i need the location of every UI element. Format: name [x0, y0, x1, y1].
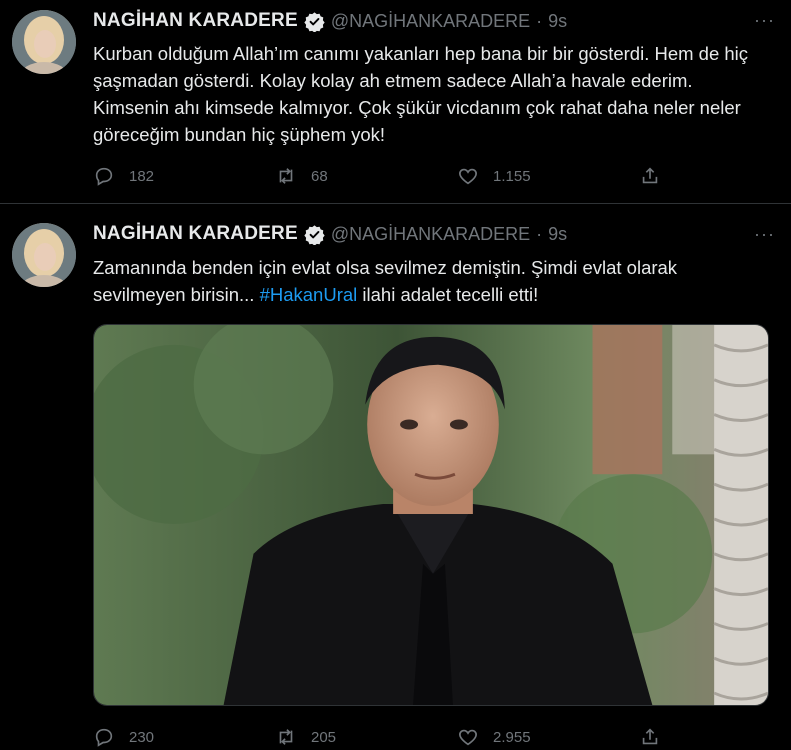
reply-button[interactable]: 182 — [93, 165, 183, 187]
share-button[interactable] — [639, 726, 663, 748]
verified-badge-icon — [304, 224, 325, 246]
retweet-count: 68 — [311, 167, 328, 185]
reply-icon — [95, 728, 113, 747]
tweet-divider — [0, 203, 791, 204]
author-name[interactable]: NAGİHAN KARADERE — [93, 10, 298, 32]
author-handle[interactable]: @NAGİHANKARADERE — [331, 224, 530, 245]
tweet-text: Kurban olduğum Allah’ım canımı yakanları… — [93, 43, 749, 145]
reply-icon — [95, 167, 113, 186]
share-button[interactable] — [639, 165, 663, 187]
avatar[interactable] — [12, 10, 76, 74]
separator: · — [536, 10, 543, 31]
separator: · — [536, 223, 543, 244]
more-options-button[interactable]: ··· — [754, 224, 775, 245]
avatar[interactable] — [12, 223, 76, 287]
retweet-icon — [279, 168, 293, 184]
more-options-button[interactable]: ··· — [754, 10, 775, 31]
like-icon — [459, 168, 477, 185]
retweet-count: 205 — [311, 728, 337, 746]
like-button[interactable]: 1.155 — [457, 165, 547, 187]
timestamp[interactable]: 9s — [548, 11, 567, 32]
tweet-2[interactable]: NAGİHAN KARADERE @NAGİHANKARADERE · 9s ·… — [0, 206, 791, 748]
tweet-photo[interactable] — [93, 324, 769, 706]
hashtag-link[interactable]: #HakanUral — [260, 284, 358, 305]
like-icon — [459, 729, 477, 746]
tweet-text-part: ilahi adalet tecelli etti! — [357, 284, 539, 305]
tweet-actions: 182 68 1.155 — [93, 163, 663, 189]
retweet-button[interactable]: 205 — [275, 726, 365, 748]
like-button[interactable]: 2.955 — [457, 726, 547, 748]
tweet-actions: 230 205 2.955 — [93, 724, 663, 750]
tweet-header: NAGİHAN KARADERE @NAGİHANKARADERE · 9s — [93, 223, 567, 246]
retweet-button[interactable]: 68 — [275, 165, 365, 187]
reply-button[interactable]: 230 — [93, 726, 183, 748]
reply-count: 230 — [129, 728, 155, 746]
like-count: 2.955 — [493, 728, 531, 746]
retweet-icon — [279, 729, 293, 745]
author-handle[interactable]: @NAGİHANKARADERE — [331, 11, 530, 32]
author-name[interactable]: NAGİHAN KARADERE — [93, 223, 298, 245]
timestamp[interactable]: 9s — [548, 224, 567, 245]
share-icon — [642, 728, 658, 745]
tweet-header: NAGİHAN KARADERE @NAGİHANKARADERE · 9s — [93, 10, 567, 33]
tweet-text: Zamanında benden için evlat olsa sevilme… — [93, 254, 773, 308]
like-count: 1.155 — [493, 167, 531, 185]
share-icon — [642, 167, 658, 184]
verified-badge-icon — [304, 11, 325, 33]
reply-count: 182 — [129, 167, 155, 185]
tweet-1[interactable]: NAGİHAN KARADERE @NAGİHANKARADERE · 9s ·… — [0, 0, 791, 200]
